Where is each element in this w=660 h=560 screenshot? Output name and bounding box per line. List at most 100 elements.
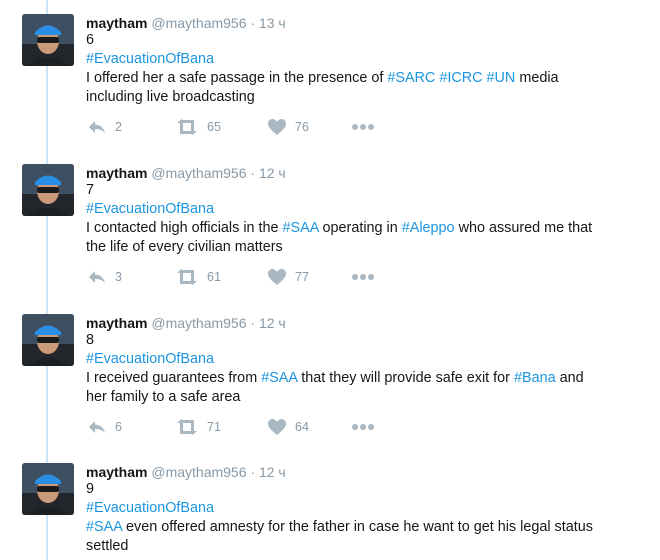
more-button[interactable] [351,416,384,438]
reply-button[interactable]: 6 [88,416,122,438]
text-segment: I contacted high officials in the [86,220,283,236]
retweet-icon [176,419,207,435]
tweet-header: maytham @maytham956 · 12 ч [86,463,286,481]
separator-dot: · [250,464,256,480]
hashtag-link[interactable]: #EvacuationOfBana [86,351,214,367]
like-button[interactable]: 77 [268,266,309,288]
tweet-text: 9 #EvacuationOfBana #SAA even offered am… [86,480,646,556]
reply-count: 2 [115,120,122,134]
reply-count: 3 [115,270,122,284]
tweet-actions: 3 61 77 [86,266,386,290]
text-segment: I received guarantees from [86,370,262,386]
tweet[interactable]: maytham @maytham956 · 12 ч 7 #Evacuation… [0,150,660,300]
timestamp[interactable]: 12 ч [259,165,286,181]
tweet-line-1: #SAA even offered amnesty for the father… [86,518,646,537]
hashtag-link[interactable]: #Bana [514,370,556,386]
timestamp[interactable]: 12 ч [259,315,286,331]
tweet-header: maytham @maytham956 · 13 ч [86,14,286,32]
tweet-header: maytham @maytham956 · 12 ч [86,164,286,182]
text-segment: and [555,370,584,386]
retweet-button[interactable]: 61 [176,266,221,288]
hashtag-link[interactable]: #EvacuationOfBana [86,51,214,67]
avatar[interactable] [22,463,74,515]
like-button[interactable]: 64 [268,416,309,438]
hashtag-link[interactable]: #SAA [283,220,319,236]
author-handle[interactable]: @maytham956 [151,165,246,181]
tweet-line-2: the life of every civilian matters [86,239,283,255]
like-button[interactable]: 76 [268,116,309,138]
retweet-count: 61 [207,270,221,284]
like-count: 76 [295,120,309,134]
author-handle[interactable]: @maytham956 [151,464,246,480]
like-count: 64 [295,420,309,434]
text-segment: even offered amnesty for the father in c… [122,519,593,535]
retweet-button[interactable]: 65 [176,116,221,138]
tweet-number: 9 [86,481,95,497]
heart-icon [268,269,295,285]
hashtag-link[interactable]: #ICRC [439,70,482,86]
separator-dot: · [250,165,256,181]
avatar[interactable] [22,164,74,216]
tweet-text: 7 #EvacuationOfBana I contacted high off… [86,181,646,257]
author-name[interactable]: maytham [86,15,147,31]
hashtag-link[interactable]: #EvacuationOfBana [86,500,214,516]
author-name[interactable]: maytham [86,464,147,480]
retweet-icon [176,269,207,285]
more-dots-icon [351,123,384,131]
tweet-number: 8 [86,332,95,348]
tweet-line-2: her family to a safe area [86,389,241,405]
reply-count: 6 [115,420,122,434]
hashtag-link[interactable]: #EvacuationOfBana [86,201,214,217]
separator-dot: · [250,315,256,331]
tweet-header: maytham @maytham956 · 12 ч [86,314,286,332]
heart-icon [268,119,295,135]
retweet-count: 71 [207,420,221,434]
tweet-actions: 2 65 76 [86,116,386,140]
tweet-text: 8 #EvacuationOfBana I received guarantee… [86,331,646,407]
retweet-icon [176,119,207,135]
timestamp[interactable]: 12 ч [259,464,286,480]
tweet-line-1: I offered her a safe passage in the pres… [86,69,646,88]
more-button[interactable] [351,266,384,288]
hashtag-link[interactable]: #SAA [86,519,122,535]
more-button[interactable] [351,116,384,138]
hashtag-link[interactable]: #UN [487,70,516,86]
hashtag-link[interactable]: #SAA [261,370,297,386]
tweet-line-1: I received guarantees from #SAA that the… [86,369,646,388]
hashtag-link[interactable]: #Aleppo [402,220,455,236]
tweet[interactable]: maytham @maytham956 · 13 ч 6 #Evacuation… [0,0,660,150]
like-count: 77 [295,270,309,284]
reply-button[interactable]: 2 [88,116,122,138]
separator-dot: · [250,15,256,31]
more-dots-icon [351,273,384,281]
reply-icon [88,269,115,285]
tweet-text: 6 #EvacuationOfBana I offered her a safe… [86,31,646,107]
tweet-actions: 6 71 64 [86,416,386,440]
text-segment: operating in [318,220,402,236]
tweet[interactable]: maytham @maytham956 · 12 ч 9 #Evacuation… [0,449,660,560]
tweet-line-1: I contacted high officials in the #SAA o… [86,219,646,238]
hashtag-link[interactable]: #SARC [387,70,435,86]
timestamp[interactable]: 13 ч [259,15,286,31]
heart-icon [268,419,295,435]
tweet-number: 6 [86,32,95,48]
text-segment: media [515,70,559,86]
reply-button[interactable]: 3 [88,266,122,288]
author-handle[interactable]: @maytham956 [151,15,246,31]
retweet-button[interactable]: 71 [176,416,221,438]
author-name[interactable]: maytham [86,315,147,331]
tweet-line-2: including live broadcasting [86,89,255,105]
tweet[interactable]: maytham @maytham956 · 12 ч 8 #Evacuation… [0,300,660,450]
tweet-number: 7 [86,182,95,198]
retweet-count: 65 [207,120,221,134]
tweet-line-2: settled [86,538,129,554]
avatar[interactable] [22,14,74,66]
text-segment: I offered her a safe passage in the pres… [86,70,388,86]
text-segment: that they will provide safe exit for [297,370,514,386]
author-name[interactable]: maytham [86,165,147,181]
author-handle[interactable]: @maytham956 [151,315,246,331]
text-segment: who assured me that [454,220,593,236]
more-dots-icon [351,423,384,431]
avatar[interactable] [22,314,74,366]
reply-icon [88,119,115,135]
